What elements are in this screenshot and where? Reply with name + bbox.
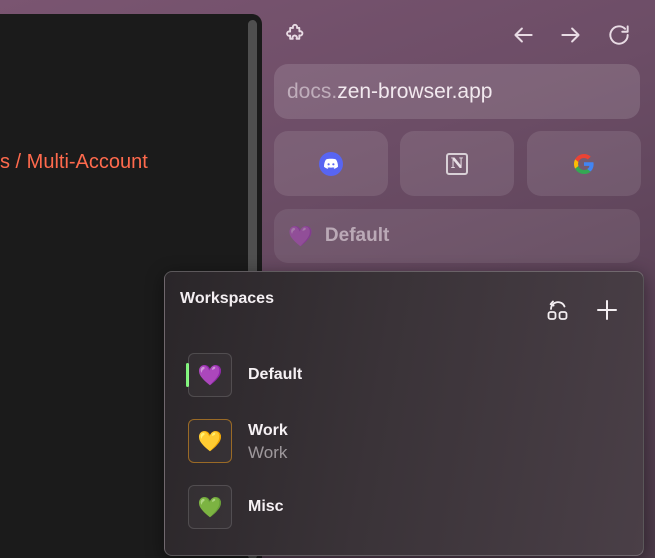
yellow-heart-icon: 💛 — [188, 419, 232, 463]
popup-title: Workspaces — [180, 290, 274, 307]
workspace-name: Misc — [248, 498, 284, 515]
arrow-right-icon[interactable] — [558, 22, 584, 48]
workspace-item-default[interactable]: 💜 Default — [185, 353, 625, 399]
workspace-subtitle: Work — [248, 443, 288, 462]
discord-icon — [319, 151, 343, 176]
pinned-tab-discord[interactable] — [274, 131, 388, 196]
arrow-left-icon[interactable] — [510, 22, 536, 48]
page-heading-fragment[interactable]: s / Multi-Account — [0, 151, 148, 174]
plus-icon[interactable] — [593, 296, 621, 324]
reload-icon[interactable] — [606, 22, 632, 48]
workspace-item-work[interactable]: 💛 Work Work — [185, 419, 625, 465]
notion-icon: N — [446, 152, 468, 175]
green-heart-icon: 💚 — [188, 485, 232, 529]
workspace-button-label: Default — [324, 225, 390, 246]
purple-heart-icon: 💜 — [288, 225, 313, 248]
google-icon — [574, 153, 594, 174]
url-host-prefix: docs. — [287, 79, 338, 103]
workspace-name: Work — [248, 422, 288, 439]
puzzle-icon[interactable] — [282, 22, 308, 48]
workspace-button[interactable]: 💜 Default — [274, 209, 640, 263]
url-bar[interactable]: docs. zen-browser.app — [274, 64, 640, 119]
manage-workspaces-icon[interactable] — [544, 296, 572, 324]
workspaces-popup: Workspaces 💜 Default 💛 Work Work 💚 Misc — [164, 271, 644, 556]
purple-heart-icon: 💜 — [188, 353, 232, 397]
url-host-main: zen-browser.app — [337, 79, 493, 103]
workspace-name: Default — [248, 366, 303, 383]
pinned-tab-google[interactable] — [527, 131, 641, 196]
pinned-tab-notion[interactable]: N — [400, 131, 514, 196]
workspace-item-misc[interactable]: 💚 Misc — [185, 485, 625, 531]
